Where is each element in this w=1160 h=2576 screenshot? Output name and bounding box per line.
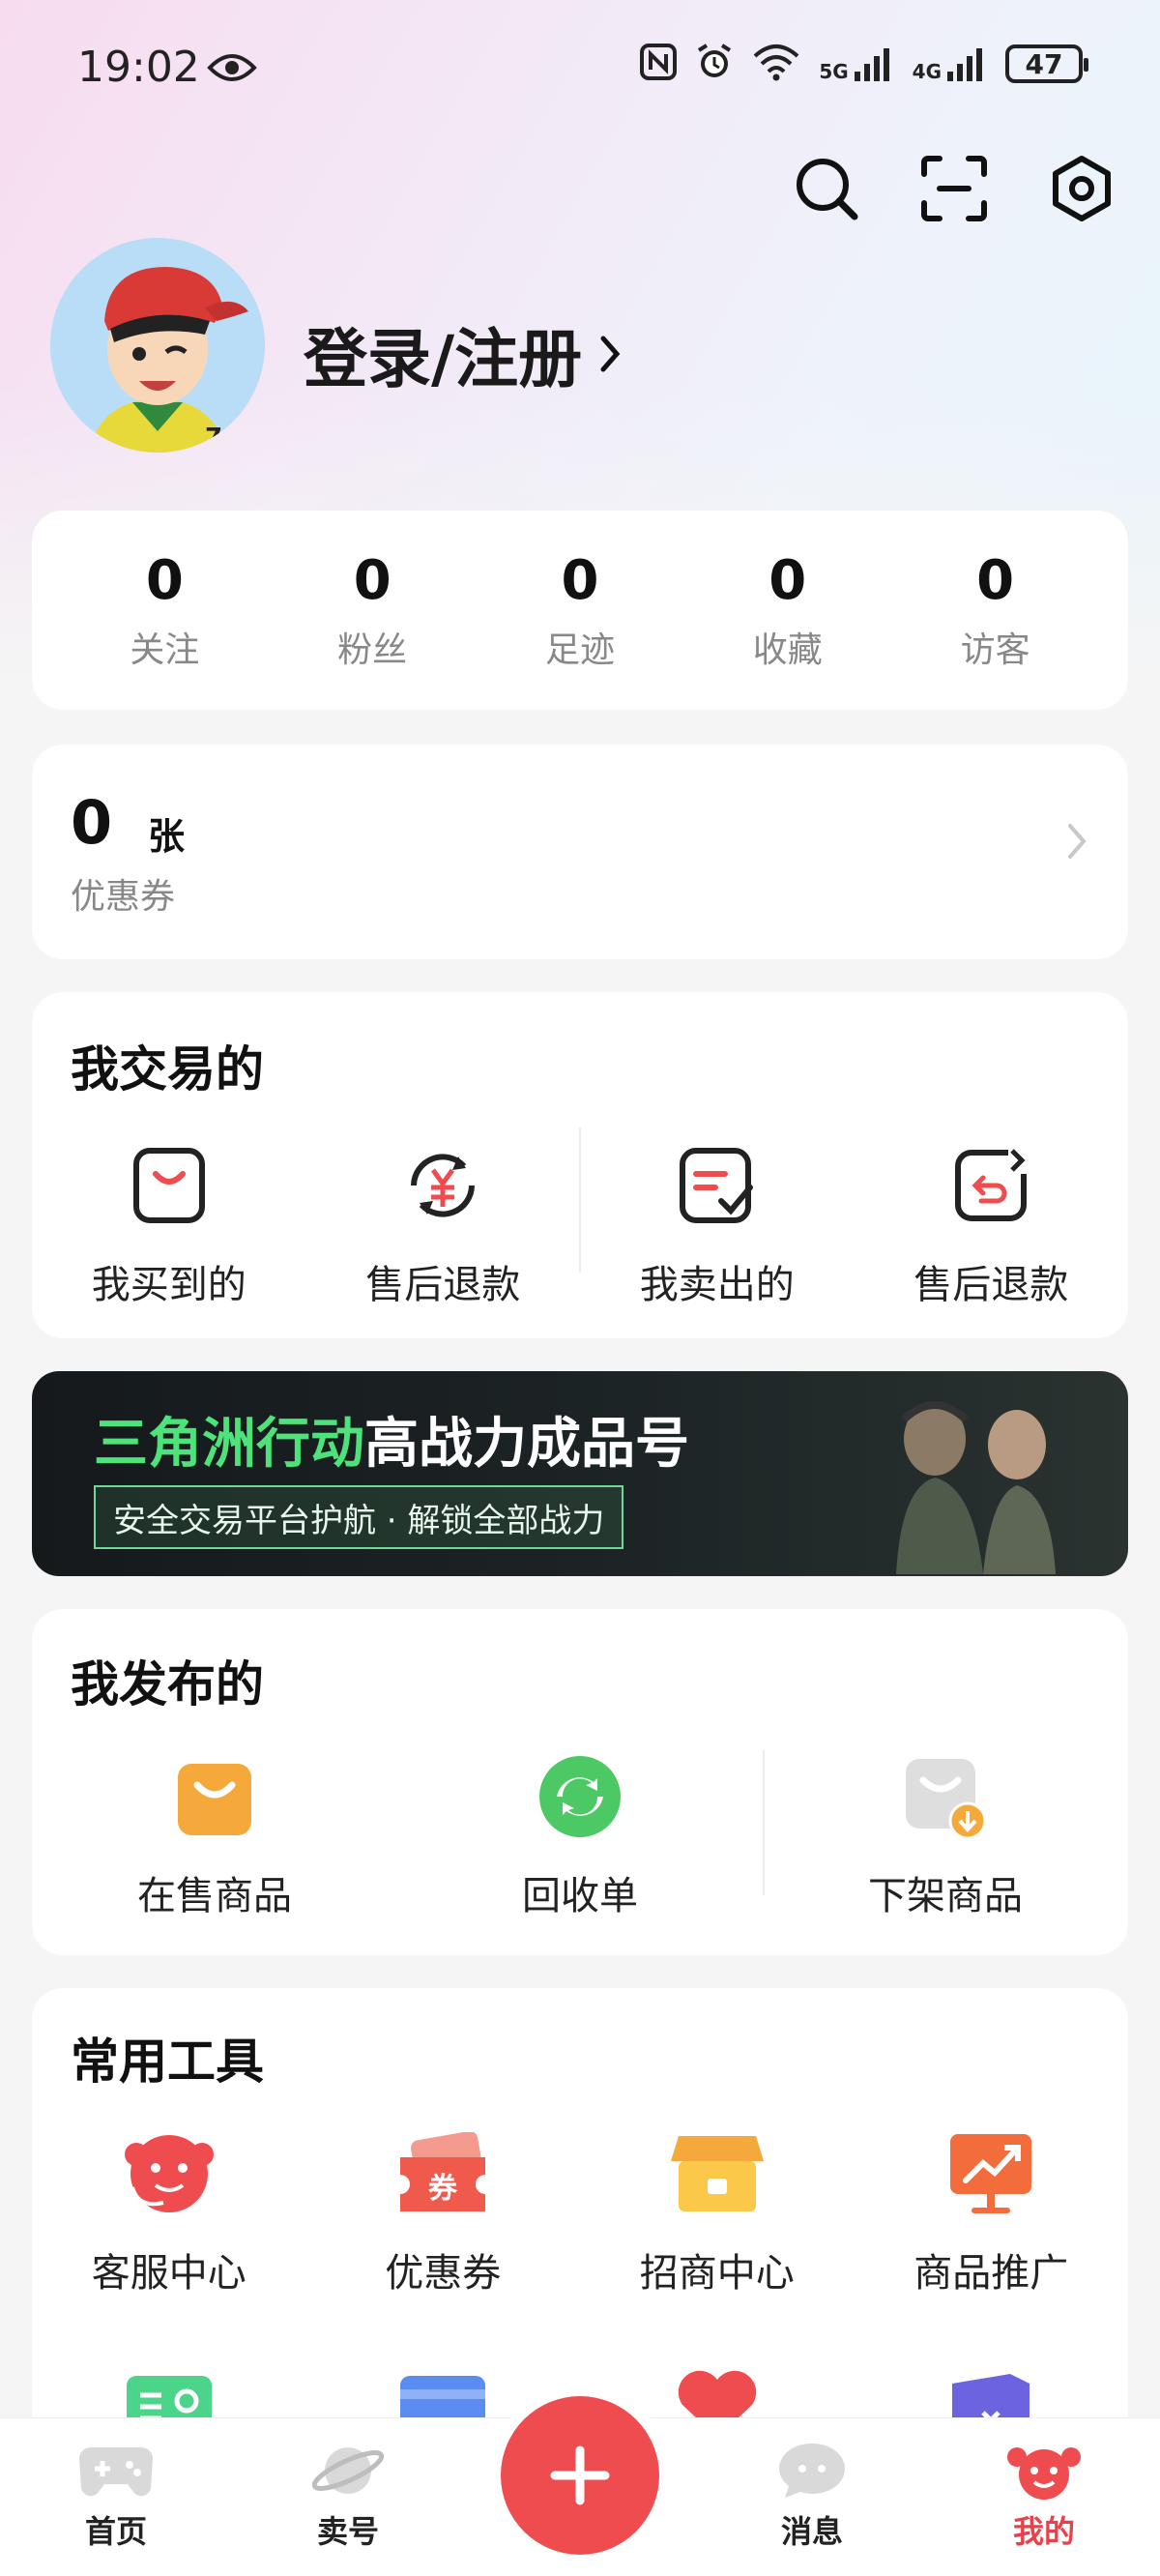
wifi-icon (751, 43, 801, 85)
stat-label: 关注 (130, 629, 200, 670)
item-label: 售后退款 (914, 1263, 1069, 1307)
my-trades-card: 我交易的 我买到的 售后退款 我卖出的 售后退款 (32, 992, 1128, 1338)
banner-subtitle: 安全交易平台护航 · 解锁全部战力 (94, 1485, 624, 1549)
item-label: 在售商品 (136, 1874, 292, 1918)
soldiers-image (896, 1401, 1056, 1574)
stat-value: 0 (353, 548, 392, 612)
avatar[interactable]: 7 (50, 238, 265, 453)
tab-label: 首页 (84, 2513, 147, 2550)
stat-value: 0 (976, 548, 1015, 612)
delist-bag-icon (763, 1748, 1128, 1845)
list-check-icon (580, 1137, 855, 1234)
coupon-card[interactable]: 0 张 优惠券 (32, 745, 1128, 959)
status-bar: 19:02 5G 4G 47 (0, 0, 1160, 135)
status-time: 19:02 (77, 43, 200, 92)
chat-icon (779, 2444, 845, 2498)
stat-value: 0 (768, 548, 807, 612)
merchant-center-button[interactable]: 招商中心 (580, 2125, 855, 2298)
return-arrow-icon (855, 1137, 1129, 1234)
item-label: 招商中心 (639, 2251, 795, 2296)
tab-label: 消息 (780, 2513, 843, 2550)
stat-label: 足迹 (544, 629, 615, 670)
promo-banner[interactable]: 三角洲行动高战力成品号 安全交易平台护航 · 解锁全部战力 (32, 1371, 1128, 1576)
bought-button[interactable]: 我买到的 (32, 1137, 306, 1309)
tab-label: 我的 (1012, 2513, 1075, 2550)
alarm-icon (695, 43, 734, 85)
item-label: 我卖出的 (639, 1263, 795, 1307)
section-title: 我发布的 (71, 1656, 264, 1712)
stat-favorites[interactable]: 0 收藏 (701, 549, 875, 672)
coupon-unit: 张 (148, 815, 186, 858)
scan-icon[interactable] (920, 155, 988, 222)
sold-button[interactable]: 我卖出的 (580, 1137, 855, 1309)
signal-5g-icon: 5G (819, 44, 894, 83)
on-sale-button[interactable]: 在售商品 (32, 1748, 397, 1920)
search-icon[interactable] (793, 155, 860, 222)
stat-label: 收藏 (752, 629, 823, 670)
my-published-card: 我发布的 在售商品 回收单 下架商品 (32, 1609, 1128, 1955)
signal-4g-icon: 4G (913, 44, 988, 83)
svg-text:券: 券 (428, 2172, 458, 2206)
stat-fans[interactable]: 0 粉丝 (285, 549, 459, 672)
banner-title: 三角洲行动高战力成品号 (94, 1413, 689, 1476)
stat-follow[interactable]: 0 关注 (77, 549, 251, 672)
store-icon (580, 2125, 855, 2222)
eye-icon (207, 50, 257, 89)
gamepad-icon (79, 2447, 153, 2497)
after-sale-refund-button[interactable]: 售后退款 (306, 1137, 581, 1309)
coupon-label: 优惠券 (71, 877, 176, 917)
item-label: 下架商品 (867, 1874, 1023, 1918)
section-title: 我交易的 (71, 1041, 264, 1098)
product-promotion-button[interactable]: 商品推广 (855, 2125, 1129, 2298)
coupon-count: 0 (71, 787, 113, 858)
promotion-icon (855, 2125, 1129, 2222)
tab-mine[interactable]: 我的 (928, 2418, 1160, 2576)
stats-card: 0 关注 0 粉丝 0 足迹 0 收藏 0 访客 (32, 511, 1128, 710)
recycle-order-button[interactable]: 回收单 (397, 1748, 763, 1920)
battery-indicator: 47 (1005, 44, 1088, 83)
bag-icon (32, 1137, 306, 1234)
delisted-button[interactable]: 下架商品 (763, 1748, 1128, 1920)
customer-service-button[interactable]: 客服中心 (32, 2125, 306, 2298)
stat-visitors[interactable]: 0 访客 (909, 549, 1083, 672)
after-sale-refund-button-2[interactable]: 售后退款 (855, 1137, 1129, 1309)
stat-label: 访客 (960, 629, 1030, 670)
tab-home[interactable]: 首页 (0, 2418, 232, 2576)
stat-value: 0 (145, 548, 184, 612)
coupon-icon: 券 (306, 2125, 581, 2222)
settings-icon[interactable] (1048, 155, 1116, 222)
publish-plus-button[interactable] (501, 2396, 659, 2555)
nfc-icon (639, 43, 678, 85)
tab-label: 卖号 (316, 2513, 379, 2550)
item-label: 售后退款 (365, 1263, 521, 1307)
item-label: 回收单 (521, 1874, 638, 1918)
plus-icon (550, 2445, 610, 2505)
stat-value: 0 (561, 548, 599, 612)
recycle-icon (397, 1748, 763, 1845)
item-label: 我买到的 (91, 1263, 246, 1307)
item-label: 商品推广 (914, 2251, 1069, 2296)
tab-sell-account[interactable]: 卖号 (232, 2418, 464, 2576)
planet-icon (311, 2447, 385, 2494)
login-register-link[interactable]: 登录/注册 (304, 307, 623, 400)
stat-footprint[interactable]: 0 足迹 (493, 549, 667, 672)
chevron-right-icon (600, 336, 621, 372)
item-label: 优惠券 (385, 2251, 502, 2296)
yuan-refresh-icon (306, 1137, 581, 1234)
chevron-right-icon (1068, 824, 1087, 859)
mascot-icon (1007, 2447, 1081, 2500)
item-label: 客服中心 (91, 2251, 246, 2296)
shopping-bag-icon (32, 1748, 397, 1845)
stat-label: 粉丝 (337, 629, 408, 670)
tab-messages[interactable]: 消息 (696, 2418, 928, 2576)
coupons-button[interactable]: 券 优惠券 (306, 2125, 581, 2298)
customer-service-icon (32, 2125, 306, 2222)
login-label: 登录/注册 (304, 322, 583, 396)
section-title: 常用工具 (71, 2034, 264, 2090)
